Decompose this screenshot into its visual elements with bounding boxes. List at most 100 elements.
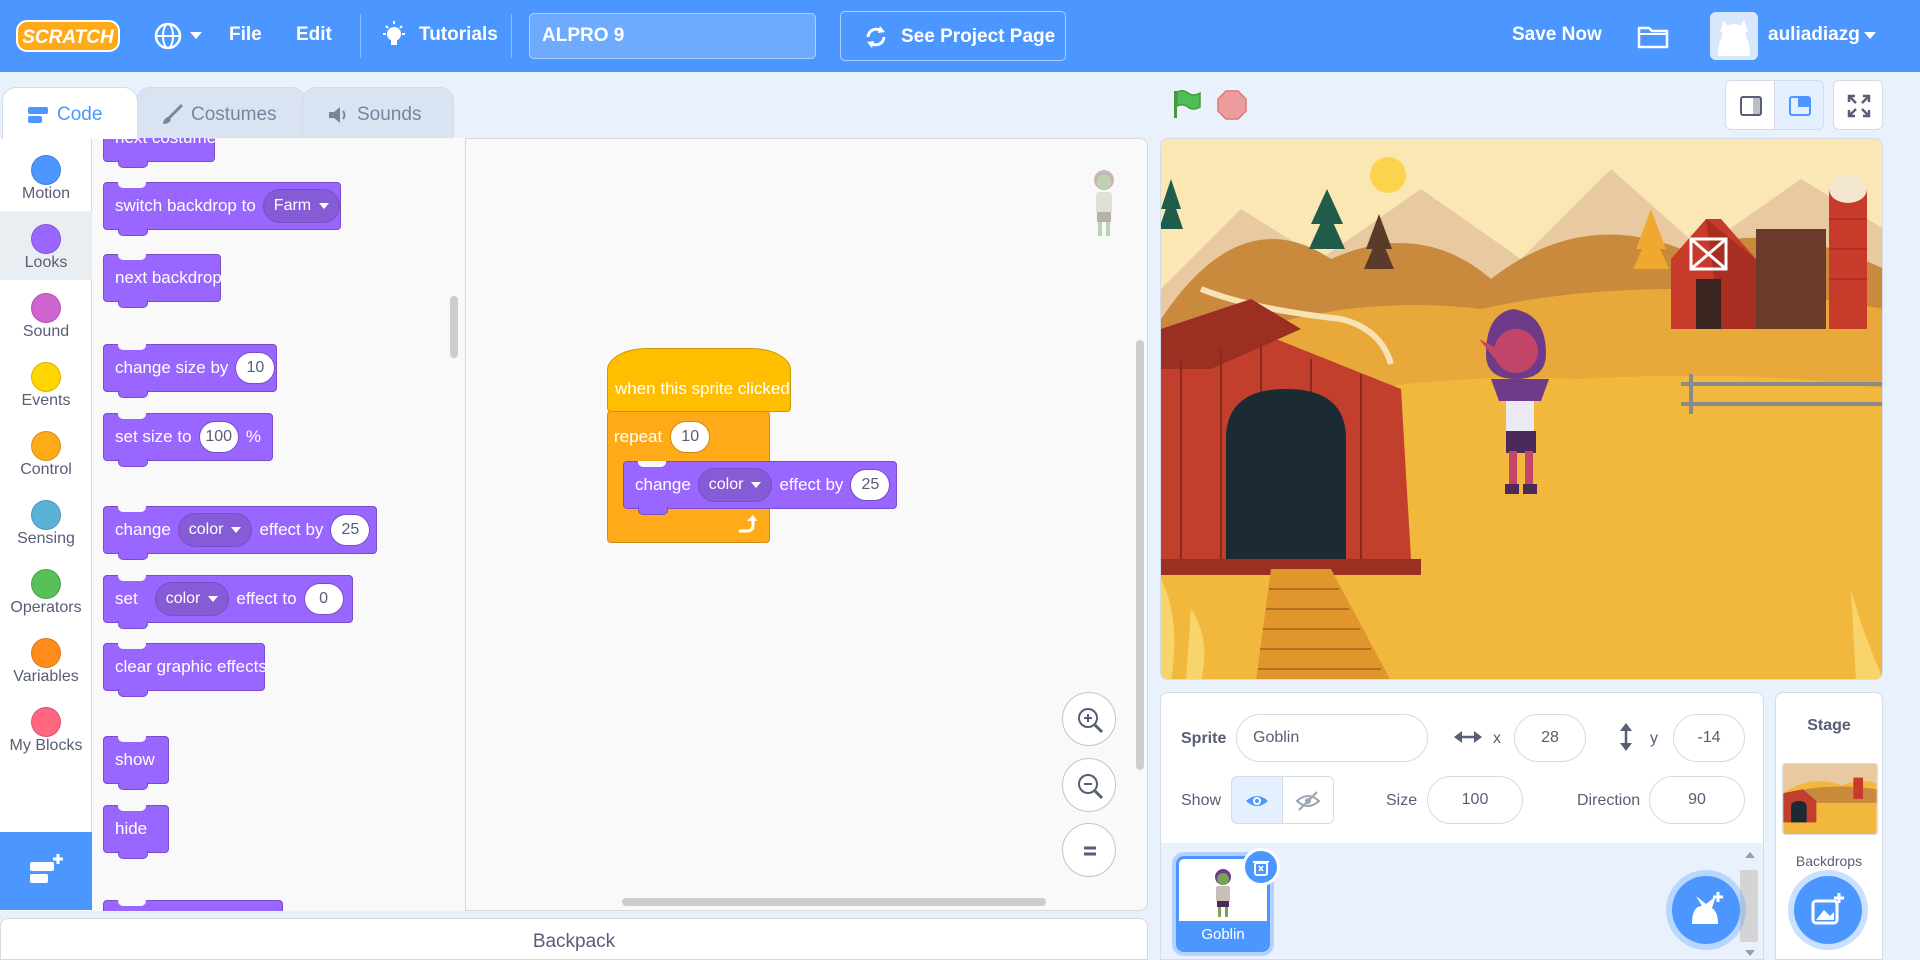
category-label: Variables: [13, 668, 79, 685]
zoom-reset-button[interactable]: [1062, 823, 1116, 877]
choose-backdrop-button[interactable]: [1794, 876, 1862, 944]
category-control[interactable]: Control: [0, 418, 92, 487]
tutorials-menu[interactable]: Tutorials: [419, 24, 498, 46]
file-menu[interactable]: File: [229, 24, 262, 46]
scratch-logo[interactable]: SCRATCH: [16, 18, 120, 54]
show-sprite-button[interactable]: [1231, 776, 1283, 824]
category-sensing[interactable]: Sensing: [0, 487, 92, 556]
category-dot: [31, 500, 61, 530]
size-change-input[interactable]: 10: [235, 352, 276, 384]
add-extension-button[interactable]: [0, 832, 92, 910]
palette-scrollbar[interactable]: [450, 296, 458, 358]
workspace-vertical-scrollbar[interactable]: [1136, 340, 1144, 770]
category-sound[interactable]: Sound: [0, 280, 92, 349]
block-set-effect[interactable]: set color effect to 0: [103, 575, 353, 629]
direction-input[interactable]: 90: [1649, 776, 1745, 824]
sprite-preview-icon: [1094, 170, 1114, 236]
hide-sprite-button[interactable]: [1282, 776, 1334, 824]
small-stage-icon: [1740, 96, 1762, 116]
zoom-out-button[interactable]: [1062, 758, 1116, 812]
stage-canvas[interactable]: [1160, 138, 1883, 680]
category-variables[interactable]: Variables: [0, 625, 92, 694]
tab-code[interactable]: Code: [2, 87, 138, 139]
delete-sprite-button[interactable]: [1242, 848, 1280, 886]
block-repeat[interactable]: repeat 10: [607, 411, 770, 461]
large-stage-button[interactable]: [1774, 80, 1824, 130]
see-project-page-label: See Project Page: [901, 26, 1056, 47]
green-flag-icon[interactable]: [1170, 88, 1202, 120]
show-label: Show: [1181, 792, 1222, 809]
dropdown-value: color: [708, 476, 744, 493]
category-label: Looks: [24, 254, 68, 271]
category-label: Control: [20, 461, 72, 478]
category-label: Operators: [10, 599, 82, 616]
lightbulb-icon[interactable]: [380, 20, 408, 52]
block-change-effect-script[interactable]: change color effect by 25: [623, 461, 897, 515]
y-position-input[interactable]: -14: [1673, 714, 1745, 762]
dropdown-value: color: [165, 590, 201, 607]
x-arrows-icon: [1454, 731, 1482, 743]
tab-sounds[interactable]: Sounds: [302, 87, 454, 139]
effect-dropdown[interactable]: color: [177, 513, 253, 547]
stop-icon[interactable]: [1216, 89, 1248, 121]
scroll-up-arrow-icon[interactable]: [1745, 852, 1755, 858]
sprite-name-input[interactable]: Goblin: [1236, 714, 1428, 762]
speaker-icon: [329, 107, 346, 123]
size-set-input[interactable]: 100: [198, 421, 239, 453]
tab-costumes[interactable]: Costumes: [136, 87, 306, 139]
effect-dropdown[interactable]: color: [154, 582, 230, 616]
category-events[interactable]: Events: [0, 349, 92, 418]
sprite-list-scrollbar[interactable]: [1740, 870, 1758, 942]
block-when-sprite-clicked[interactable]: when this sprite clicked: [607, 348, 791, 412]
block-palette: next costume switch backdrop to Farm nex…: [92, 138, 466, 911]
effect-amount-input[interactable]: 25: [330, 514, 371, 546]
dropdown-caret-icon: [231, 527, 242, 533]
edit-menu[interactable]: Edit: [296, 24, 332, 46]
scroll-down-arrow-icon[interactable]: [1745, 950, 1755, 956]
backdrop-dropdown[interactable]: Farm: [262, 189, 341, 223]
save-now-button[interactable]: Save Now: [1512, 24, 1602, 46]
project-title-input[interactable]: ALPRO 9: [529, 13, 816, 59]
block-change-size[interactable]: change size by 10: [103, 344, 277, 398]
effect-amount-input[interactable]: 25: [850, 469, 891, 501]
my-stuff-folder-icon[interactable]: [1637, 22, 1669, 50]
small-stage-button[interactable]: [1725, 80, 1775, 130]
block-switch-backdrop[interactable]: switch backdrop to Farm: [103, 182, 341, 236]
backpack-bar[interactable]: Backpack: [0, 918, 1148, 960]
account-caret-icon[interactable]: [1864, 32, 1876, 39]
menu-bar: SCRATCH File Edit Tutorials ALPRO 9 See …: [0, 0, 1920, 72]
block-show[interactable]: show: [103, 736, 169, 790]
category-my-blocks[interactable]: My Blocks: [0, 694, 92, 763]
see-project-page-button[interactable]: See Project Page: [840, 11, 1066, 61]
language-caret-icon[interactable]: [190, 32, 202, 39]
block-hide[interactable]: hide: [103, 805, 169, 859]
block-label: set: [115, 589, 138, 608]
effect-set-input[interactable]: 0: [303, 583, 344, 615]
avatar[interactable]: [1710, 12, 1758, 60]
language-globe-icon[interactable]: [152, 20, 184, 52]
zoom-in-button[interactable]: [1062, 692, 1116, 746]
fullscreen-button[interactable]: [1833, 80, 1883, 130]
effect-dropdown[interactable]: color: [697, 468, 773, 502]
category-motion[interactable]: Motion: [0, 142, 92, 211]
block-set-size[interactable]: set size to 100 %: [103, 413, 273, 467]
block-label: show: [115, 750, 155, 769]
x-position-input[interactable]: 28: [1514, 714, 1586, 762]
block-next-backdrop[interactable]: next backdrop: [103, 254, 222, 308]
zoom-out-icon: [1078, 774, 1104, 800]
category-label: Sound: [22, 323, 70, 340]
workspace-horizontal-scrollbar[interactable]: [622, 898, 1046, 906]
block-next-costume[interactable]: next costume: [103, 138, 216, 168]
zoom-reset-icon: [1084, 846, 1096, 856]
category-operators[interactable]: Operators: [0, 556, 92, 625]
block-clear-graphic-effects[interactable]: clear graphic effects: [103, 643, 267, 697]
repeat-count-input[interactable]: 10: [670, 420, 711, 453]
dropdown-caret-icon: [208, 596, 219, 602]
block-label: hide: [115, 819, 148, 838]
size-input[interactable]: 100: [1427, 776, 1523, 824]
category-looks[interactable]: Looks: [0, 211, 92, 280]
username[interactable]: auliadiazg: [1768, 24, 1860, 46]
choose-sprite-button[interactable]: [1672, 876, 1740, 944]
block-partial[interactable]: [103, 900, 283, 911]
block-change-effect[interactable]: change color effect by 25: [103, 506, 377, 560]
